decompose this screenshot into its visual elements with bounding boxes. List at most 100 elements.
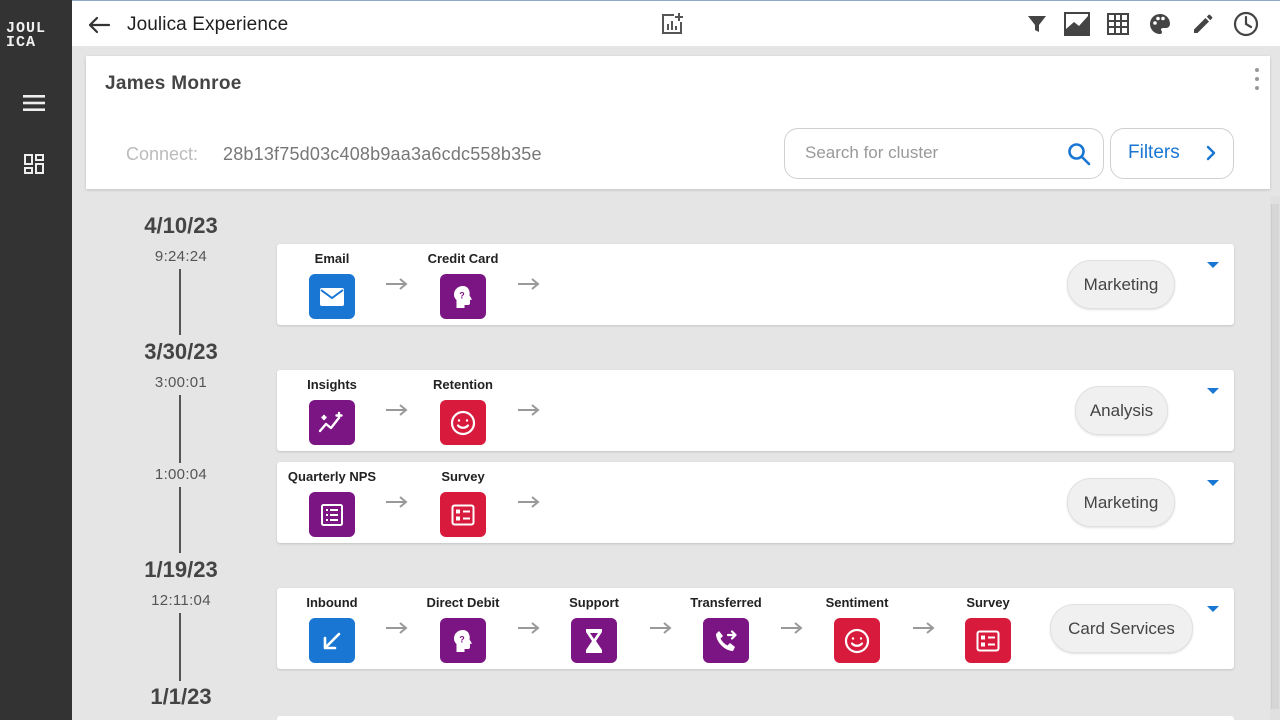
journey-card[interactable]: Insights Retention Analysis bbox=[277, 370, 1234, 451]
support-step-button[interactable] bbox=[571, 618, 617, 663]
journey-step: Quarterly NPS bbox=[272, 462, 392, 543]
journey-step: Insights bbox=[272, 370, 392, 451]
edit-icon bbox=[1194, 14, 1213, 33]
step-label: Support bbox=[569, 595, 619, 610]
insights-step-button[interactable] bbox=[309, 400, 355, 445]
caret-down-icon[interactable] bbox=[1206, 260, 1220, 270]
caret-down-icon[interactable] bbox=[1206, 478, 1220, 488]
dashboard-button[interactable] bbox=[14, 144, 54, 184]
arrow-right-icon bbox=[518, 404, 540, 416]
hourglass-icon bbox=[586, 628, 602, 653]
journey-step: Inbound bbox=[272, 588, 392, 669]
survey-step-button[interactable] bbox=[440, 492, 486, 537]
step-label: Quarterly NPS bbox=[287, 469, 377, 484]
head-question-icon: ? bbox=[454, 629, 472, 652]
area-chart-button[interactable] bbox=[1062, 9, 1092, 39]
caret-down-icon[interactable] bbox=[1206, 386, 1220, 396]
filters-label: Filters bbox=[1128, 142, 1180, 163]
menu-button[interactable] bbox=[14, 83, 54, 123]
more-options-button[interactable] bbox=[1250, 66, 1264, 92]
history-button[interactable] bbox=[1231, 9, 1261, 39]
quarterly-nps-step-button[interactable] bbox=[309, 492, 355, 537]
step-label: Inbound bbox=[306, 595, 358, 610]
step-label: Email bbox=[314, 251, 350, 266]
insights-icon bbox=[318, 411, 343, 432]
step-label: Credit Card bbox=[427, 251, 499, 266]
journey-tag-chip[interactable]: Marketing bbox=[1067, 478, 1175, 527]
timeline-line bbox=[179, 487, 181, 553]
timeline-line bbox=[179, 613, 181, 681]
sentiment-step-button[interactable] bbox=[834, 618, 880, 663]
area-chart-icon bbox=[1064, 12, 1090, 36]
connect-label: Connect: bbox=[126, 144, 199, 164]
arrow-right-icon bbox=[518, 496, 540, 508]
palette-icon bbox=[1150, 14, 1170, 34]
scrollbar-thumb[interactable] bbox=[1271, 204, 1279, 709]
add-chart-icon bbox=[662, 13, 683, 34]
inbound-step-button[interactable] bbox=[309, 618, 355, 663]
smiley-icon bbox=[844, 628, 870, 653]
timeline-line bbox=[179, 269, 181, 335]
svg-text:?: ? bbox=[459, 634, 465, 644]
palette-button[interactable] bbox=[1145, 9, 1175, 39]
journey-card[interactable]: Quarterly NPS Survey Marketing bbox=[277, 462, 1234, 543]
timeline-time: 12:11:04 bbox=[151, 592, 211, 609]
step-label: Direct Debit bbox=[426, 595, 500, 610]
content-area: James Monroe Connect: 28b13f75d03c408b9a… bbox=[72, 46, 1280, 720]
chevron-right-icon bbox=[1206, 145, 1216, 161]
grid-icon bbox=[1107, 13, 1129, 35]
svg-text:?: ? bbox=[459, 290, 465, 300]
journey-card-partial bbox=[277, 716, 1234, 720]
journey-card[interactable]: Email Credit Card ? Marketing bbox=[277, 244, 1234, 325]
back-button[interactable] bbox=[84, 11, 114, 39]
filters-button[interactable]: Filters bbox=[1110, 128, 1234, 179]
joulica-logo: JOUL ICA bbox=[6, 20, 47, 51]
journey-step: Sentiment bbox=[797, 588, 917, 669]
survey-step-button[interactable] bbox=[965, 618, 1011, 663]
grid-button[interactable] bbox=[1103, 9, 1133, 39]
journey-step: Direct Debit ? bbox=[403, 588, 523, 669]
journey-step: Support bbox=[534, 588, 654, 669]
timeline-time: 9:24:24 bbox=[154, 248, 208, 265]
search-input[interactable] bbox=[805, 143, 1055, 163]
journey-tag-chip[interactable]: Marketing bbox=[1067, 260, 1175, 309]
step-label: Retention bbox=[433, 377, 493, 392]
edit-button[interactable] bbox=[1188, 9, 1218, 39]
step-label: Survey bbox=[441, 469, 485, 484]
timeline-date: 3/30/23 bbox=[144, 339, 218, 364]
journey-tag-chip[interactable]: Analysis bbox=[1075, 386, 1168, 435]
journey-tag-chip[interactable]: Card Services bbox=[1050, 604, 1193, 653]
customer-card: James Monroe Connect: 28b13f75d03c408b9a… bbox=[86, 56, 1270, 189]
credit-card-step-button[interactable]: ? bbox=[440, 274, 486, 319]
menu-icon bbox=[23, 95, 45, 111]
step-label: Insights bbox=[307, 377, 357, 392]
search-button[interactable] bbox=[1065, 140, 1093, 168]
timeline-time: 1:00:04 bbox=[154, 466, 208, 483]
timeline-date: 1/19/23 bbox=[144, 557, 218, 582]
left-rail: JOUL ICA bbox=[0, 0, 72, 720]
direct-debit-step-button[interactable]: ? bbox=[440, 618, 486, 663]
app-window: JOUL ICA Joulica Experience James Monroe… bbox=[0, 0, 1280, 720]
timeline-line bbox=[179, 395, 181, 463]
caret-down-icon[interactable] bbox=[1206, 604, 1220, 614]
phone-forward-icon bbox=[716, 629, 737, 651]
clock-icon bbox=[1233, 11, 1259, 37]
page-title: Joulica Experience bbox=[127, 14, 289, 35]
retention-step-button[interactable] bbox=[440, 400, 486, 445]
filter-button[interactable] bbox=[1022, 9, 1052, 39]
step-label: Survey bbox=[966, 595, 1010, 610]
journey-step: Survey bbox=[928, 588, 1048, 669]
list-alt-icon bbox=[321, 503, 343, 526]
transferred-step-button[interactable] bbox=[703, 618, 749, 663]
add-chart-button[interactable] bbox=[657, 9, 687, 39]
inbound-arrow-icon bbox=[323, 632, 341, 649]
journey-step: Credit Card ? bbox=[403, 244, 523, 325]
filter-icon bbox=[1028, 16, 1046, 32]
customer-name: James Monroe bbox=[105, 73, 242, 94]
journey-step: Retention bbox=[403, 370, 523, 451]
email-step-button[interactable] bbox=[309, 274, 355, 319]
journey-step: Transferred bbox=[666, 588, 786, 669]
timeline-date: 4/10/23 bbox=[144, 213, 218, 238]
journey-card[interactable]: Inbound Direct Debit ? Support Transferr… bbox=[277, 588, 1234, 669]
head-question-icon: ? bbox=[454, 285, 472, 308]
